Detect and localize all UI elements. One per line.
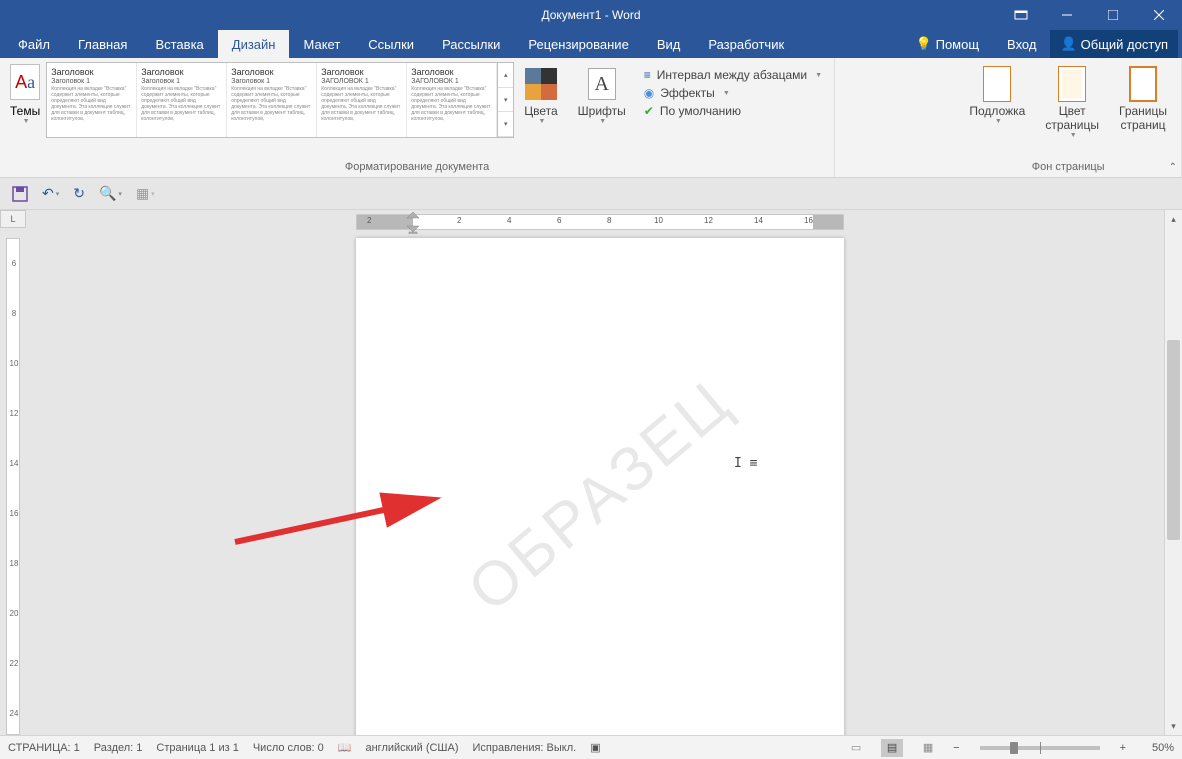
tab-layout[interactable]: Макет [289, 30, 354, 58]
themes-icon: Aa [10, 64, 40, 100]
close-button[interactable] [1136, 0, 1182, 30]
ribbon: Aa Темы ▼ ЗаголовокЗаголовок 1Коллекция … [0, 58, 1182, 178]
tab-design[interactable]: Дизайн [218, 30, 290, 58]
zoom-out-button[interactable]: − [953, 742, 959, 754]
spell-check-icon[interactable]: 📖 [338, 741, 352, 754]
undo-button[interactable]: ↶ ▾ [42, 185, 59, 202]
document-page[interactable]: ОБРАЗЕЦ I ≡ [356, 238, 844, 735]
redo-button[interactable]: ↻ [73, 185, 85, 202]
scroll-up-button[interactable]: ▴ [1165, 210, 1182, 228]
chevron-down-icon: ▼ [1070, 132, 1077, 139]
fonts-icon: A [588, 68, 616, 100]
zoom-slider-thumb[interactable] [1010, 742, 1018, 754]
print-layout-button[interactable]: ▤ [881, 739, 903, 757]
tab-view[interactable]: Вид [643, 30, 695, 58]
themes-button[interactable]: Aa Темы ▼ [4, 62, 46, 127]
zoom-in-button[interactable]: + [1120, 742, 1126, 754]
collapse-ribbon-icon[interactable]: ⌃ [1169, 162, 1177, 173]
page-color-button[interactable]: Цвет страницы▼ [1035, 62, 1109, 143]
lightbulb-icon: 💡 [916, 36, 932, 52]
watermark-button[interactable]: Подложка▼ [959, 62, 1035, 129]
effects-button[interactable]: ◉Эффекты▼ [644, 86, 822, 100]
zoom-slider[interactable] [980, 746, 1100, 750]
tell-me[interactable]: 💡 Помощ [902, 30, 993, 58]
colors-icon [525, 68, 557, 100]
tab-insert[interactable]: Вставка [141, 30, 217, 58]
style-set-item[interactable]: ЗаголовокЗАГОЛОВОК 1Коллекция на вкладке… [407, 63, 497, 137]
chevron-down-icon: ▼ [23, 118, 30, 125]
page-borders-button[interactable]: Границы страниц [1109, 62, 1177, 136]
indent-marker-icon[interactable] [407, 212, 419, 234]
vertical-scrollbar[interactable]: ▴ ▾ [1164, 210, 1182, 735]
paragraph-spacing-button[interactable]: ≡Интервал между абзацами▼ [644, 68, 822, 82]
chevron-down-icon: ▼ [723, 90, 730, 97]
gallery-scroll: ▴ ▾ ▾ [497, 63, 513, 137]
chevron-down-icon: ▼ [538, 118, 545, 125]
ruler-corner[interactable]: L [0, 210, 26, 228]
style-set-item[interactable]: ЗаголовокЗаголовок 1Коллекция на вкладке… [227, 63, 317, 137]
macro-icon[interactable]: ▣ [590, 741, 600, 754]
style-set-item[interactable]: ЗаголовокЗАГОЛОВОК 1Коллекция на вкладке… [317, 63, 407, 137]
print-preview-button[interactable]: 🔍▾ [99, 185, 122, 202]
window-title: Документ1 - Word [541, 8, 640, 22]
tab-review[interactable]: Рецензирование [514, 30, 642, 58]
scroll-down-button[interactable]: ▾ [1165, 717, 1182, 735]
zoom-level[interactable]: 50% [1140, 742, 1174, 754]
sign-in[interactable]: Вход [993, 30, 1050, 58]
page-color-icon [1058, 66, 1086, 102]
save-button[interactable] [12, 186, 28, 202]
chevron-down-icon: ▼ [599, 118, 606, 125]
tab-mailings[interactable]: Рассылки [428, 30, 514, 58]
group-label-page-background: Фон страницы [955, 159, 1181, 177]
read-mode-button[interactable]: ▭ [845, 739, 867, 757]
tab-home[interactable]: Главная [64, 30, 141, 58]
watermark-icon [983, 66, 1011, 102]
share-button[interactable]: 👤Общий доступ [1050, 30, 1178, 58]
minimize-button[interactable] [1044, 0, 1090, 30]
style-set-item[interactable]: ЗаголовокЗаголовок 1Коллекция на вкладке… [47, 63, 137, 137]
vertical-ruler[interactable]: L 6 8 10 12 14 16 18 20 22 24 [0, 210, 26, 735]
ribbon-tabs: Файл Главная Вставка Дизайн Макет Ссылки… [0, 30, 1182, 58]
document-formatting-gallery[interactable]: ЗаголовокЗаголовок 1Коллекция на вкладке… [46, 62, 514, 138]
style-set-item[interactable]: ЗаголовокЗаголовок 1Коллекция на вкладке… [137, 63, 227, 137]
scroll-thumb[interactable] [1167, 340, 1180, 540]
group-label-formatting: Форматирование документа [0, 159, 834, 177]
check-icon: ✔ [644, 104, 654, 118]
tab-references[interactable]: Ссылки [354, 30, 428, 58]
chevron-down-icon: ▼ [815, 72, 822, 79]
tab-file[interactable]: Файл [4, 30, 64, 58]
gallery-scroll-down[interactable]: ▾ [498, 88, 513, 113]
fonts-button[interactable]: A Шрифты▼ [568, 62, 636, 129]
chevron-down-icon: ▼ [995, 118, 1002, 125]
text-cursor-icon: I ≡ [734, 456, 757, 471]
share-icon: 👤 [1060, 36, 1076, 52]
set-default-button[interactable]: ✔По умолчанию [644, 104, 822, 118]
gallery-more[interactable]: ▾ [498, 112, 513, 137]
ribbon-display-icon[interactable] [998, 0, 1044, 30]
vruler-track: 6 8 10 12 14 16 18 20 22 24 [6, 238, 20, 735]
gallery-scroll-up[interactable]: ▴ [498, 63, 513, 88]
status-word-count[interactable]: Число слов: 0 [253, 742, 324, 754]
quick-access-toolbar: ↶ ▾ ↻ 🔍▾ ▦▾ [0, 178, 1182, 210]
page-borders-icon [1129, 66, 1157, 102]
watermark-text: ОБРАЗЕЦ [455, 367, 745, 627]
insert-table-button[interactable]: ▦▾ [136, 185, 155, 202]
title-bar: Документ1 - Word [0, 0, 1182, 30]
status-track-changes[interactable]: Исправления: Выкл. [473, 742, 577, 754]
horizontal-ruler[interactable]: 2 2 4 6 8 10 12 14 16 [356, 214, 844, 232]
status-bar: СТРАНИЦА: 1 Раздел: 1 Страница 1 из 1 Чи… [0, 735, 1182, 759]
tab-developer[interactable]: Разработчик [694, 30, 798, 58]
status-section[interactable]: Раздел: 1 [94, 742, 143, 754]
maximize-button[interactable] [1090, 0, 1136, 30]
status-page[interactable]: СТРАНИЦА: 1 [8, 742, 80, 754]
web-layout-button[interactable]: ▦ [917, 739, 939, 757]
effects-icon: ◉ [644, 86, 654, 100]
status-page-of[interactable]: Страница 1 из 1 [156, 742, 238, 754]
paragraph-spacing-icon: ≡ [644, 68, 651, 82]
status-language[interactable]: английский (США) [365, 742, 458, 754]
document-area: L 6 8 10 12 14 16 18 20 22 24 2 2 4 6 8 … [0, 210, 1182, 735]
colors-button[interactable]: Цвета▼ [514, 62, 567, 129]
